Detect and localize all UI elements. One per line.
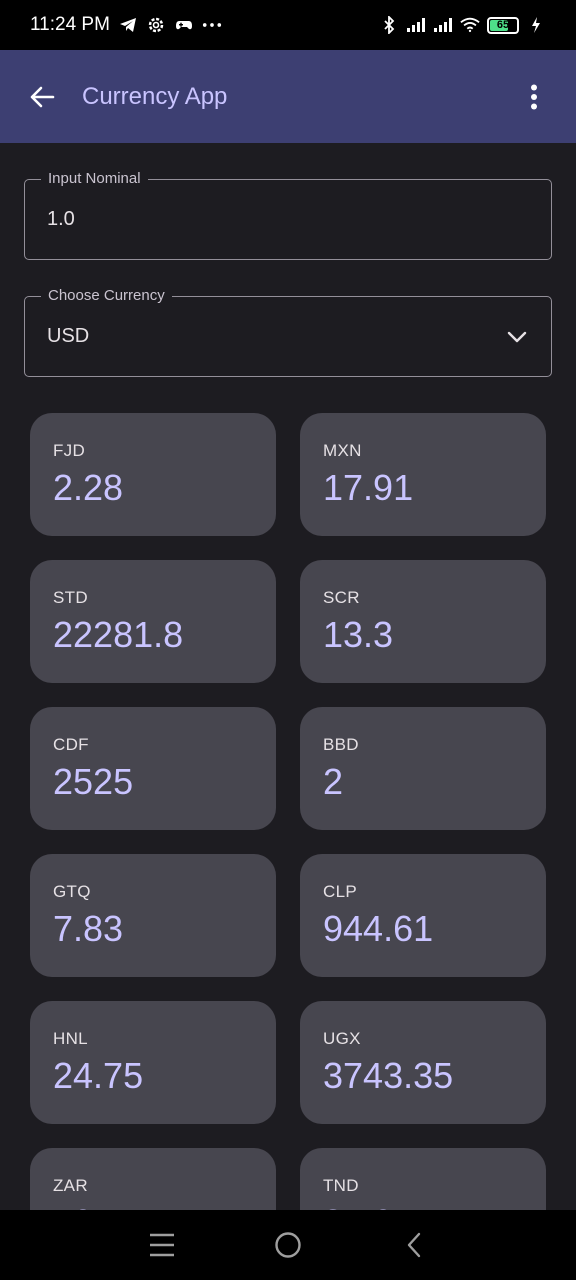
- battery-icon: 65: [487, 16, 519, 34]
- currency-rate: 944.61: [323, 908, 434, 949]
- currency-code: STD: [53, 588, 88, 607]
- system-nav-bar: [0, 1210, 576, 1280]
- currency-code: ZAR: [53, 1176, 88, 1195]
- currency-code: FJD: [53, 441, 86, 460]
- status-bar: 11:24 PM 65: [0, 0, 576, 50]
- currency-rate: 17.91: [323, 467, 414, 508]
- status-left: 11:24 PM: [30, 14, 379, 36]
- currency-code: BBD: [323, 735, 359, 754]
- currency-rate: 24.75: [53, 1055, 144, 1096]
- bluetooth-icon: [379, 15, 399, 35]
- back-button[interactable]: [20, 75, 64, 119]
- app-bar: Currency App: [0, 50, 576, 143]
- rate-card-cdf[interactable]: CDF 2525: [30, 707, 276, 830]
- rate-card-std[interactable]: STD 22281.8: [30, 560, 276, 683]
- currency-code: CLP: [323, 882, 357, 901]
- rate-card-hnl[interactable]: HNL 24.75: [30, 1001, 276, 1124]
- rate-card-scr[interactable]: SCR 13.3: [300, 560, 546, 683]
- input-nominal-field[interactable]: Input Nominal 1.0: [24, 170, 552, 260]
- currency-rate: 22281.8: [53, 614, 184, 655]
- currency-rate: 3.12: [323, 1202, 523, 1210]
- input-nominal-label: Input Nominal: [41, 170, 148, 187]
- game-icon: [174, 15, 194, 35]
- currency-rate: 18.74: [53, 1202, 253, 1210]
- charging-icon: [526, 15, 546, 35]
- rate-card-gtq[interactable]: GTQ 7.83: [30, 854, 276, 977]
- currency-dropdown-value: USD: [47, 325, 90, 347]
- wifi-icon: [460, 15, 480, 35]
- more-dots-icon: [202, 15, 222, 35]
- rates-list: FJD 2.28 MXN 17.91 STD 22281.8 SCR 13.3 CDF 2525 B…: [30, 413, 547, 1210]
- rate-card-clp[interactable]: CLP 944.61: [300, 854, 546, 977]
- rate-card-mxn[interactable]: MXN 17.91: [300, 413, 546, 536]
- arrow-left-icon: [30, 86, 55, 107]
- rate-card-fjd[interactable]: FJD 2.28: [30, 413, 276, 536]
- rate-card-ugx[interactable]: UGX 3743.35: [300, 1001, 546, 1124]
- chevron-down-icon[interactable]: [505, 325, 529, 349]
- currency-dropdown[interactable]: Choose Currency USD: [24, 287, 552, 377]
- overflow-menu-button[interactable]: [512, 75, 556, 119]
- battery-level: 65: [496, 19, 510, 31]
- settings-icon: [146, 15, 166, 35]
- currency-code: GTQ: [53, 882, 91, 901]
- rate-card-zar[interactable]: ZAR 18.74: [30, 1148, 276, 1210]
- currency-rate: 2525: [53, 761, 134, 802]
- currency-code: HNL: [53, 1029, 88, 1048]
- recent-apps-icon: [150, 1233, 174, 1257]
- currency-code: UGX: [323, 1029, 361, 1048]
- recent-apps-button[interactable]: [142, 1225, 182, 1265]
- signal-icon: [406, 15, 426, 35]
- nav-back-button[interactable]: [394, 1225, 434, 1265]
- status-time: 11:24 PM: [30, 14, 110, 35]
- currency-rate: 2: [323, 761, 344, 802]
- back-icon: [407, 1232, 421, 1258]
- rate-card-bbd[interactable]: BBD 2: [300, 707, 546, 830]
- currency-rate: 13.3: [323, 614, 394, 655]
- more-vertical-icon: [531, 84, 537, 109]
- app-title: Currency App: [82, 82, 228, 110]
- currency-rate: 7.83: [53, 908, 124, 949]
- currency-code: MXN: [323, 441, 362, 460]
- rate-card-tnd[interactable]: TND 3.12: [300, 1148, 546, 1210]
- currency-code: SCR: [323, 588, 360, 607]
- currency-rate: 2.28: [53, 467, 124, 508]
- telegram-icon: [118, 15, 138, 35]
- home-button[interactable]: [268, 1225, 308, 1265]
- currency-code: TND: [323, 1176, 359, 1195]
- home-icon: [275, 1232, 301, 1258]
- currency-rate: 3743.35: [323, 1055, 454, 1096]
- currency-code: CDF: [53, 735, 89, 754]
- rates-grid[interactable]: FJD 2.28 MXN 17.91 STD 22281.8 SCR 13.3 CDF 2525 B…: [30, 413, 547, 1210]
- status-right: 65: [379, 15, 546, 35]
- input-nominal-value[interactable]: 1.0: [47, 208, 75, 231]
- currency-dropdown-label: Choose Currency: [41, 287, 172, 304]
- signal-icon: [433, 15, 453, 35]
